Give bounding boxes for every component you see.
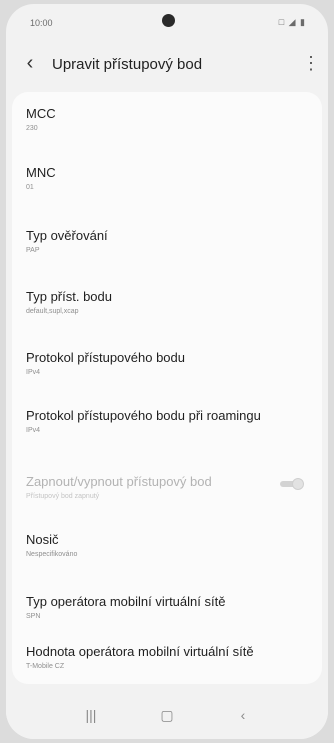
setting-label: Protokol přístupového bodu (26, 350, 185, 365)
page-title: Upravit přístupový bod (52, 56, 203, 73)
app-bar: ‹ Upravit přístupový bod ⋮ (6, 44, 328, 84)
home-icon[interactable]: ▢ (152, 705, 182, 725)
setting-item-bearer[interactable]: Nosič Nespecifikováno (26, 532, 316, 558)
setting-item-apn-enable: Zapnout/vypnout přístupový bod Přístupov… (26, 474, 316, 500)
setting-value: IPv4 (26, 369, 41, 376)
setting-item-apn-type[interactable]: Typ příst. bodu default,supl,xcap (26, 289, 316, 315)
setting-value: Nespecifikováno (26, 551, 78, 558)
status-icons: □ ◢ ▮ (278, 17, 306, 27)
status-bar: 10:00 □ ◢ ▮ (6, 4, 328, 32)
setting-value: default,supl,xcap (26, 308, 79, 315)
recent-apps-icon[interactable]: ||| (76, 705, 106, 725)
setting-label: Zapnout/vypnout přístupový bod (26, 474, 212, 489)
more-options-icon[interactable]: ⋮ (302, 52, 320, 76)
setting-item-mnc[interactable]: MNC 01 (26, 165, 316, 191)
setting-value: PAP (26, 247, 40, 254)
apn-enable-toggle (278, 478, 304, 490)
phone-screen: 10:00 □ ◢ ▮ ‹ Upravit přístupový bod ⋮ M… (6, 4, 328, 739)
setting-item-mvno-type[interactable]: Typ operátora mobilní virtuální sítě SPN (26, 594, 316, 620)
setting-label: Typ ověřování (26, 228, 108, 243)
setting-item-auth-type[interactable]: Typ ověřování PAP (26, 228, 316, 254)
setting-label: Nosič (26, 532, 59, 547)
setting-label: MCC (26, 106, 56, 121)
setting-label: Protokol přístupového bodu při roamingu (26, 408, 261, 423)
setting-value: 01 (26, 184, 34, 191)
back-arrow-icon[interactable]: ‹ (20, 53, 40, 74)
setting-label: MNC (26, 165, 56, 180)
status-time: 10:00 (30, 18, 53, 28)
setting-value: T-Mobile CZ (26, 663, 65, 670)
setting-label: Hodnota operátora mobilní virtuální sítě (26, 644, 254, 659)
setting-item-roaming-protocol[interactable]: Protokol přístupového bodu při roamingu … (26, 408, 316, 434)
camera-cutout (162, 14, 175, 27)
setting-value: SPN (26, 613, 41, 620)
toggle-knob (292, 478, 304, 490)
setting-value: Přístupový bod zapnutý (26, 493, 100, 500)
settings-card: MCC 230 MNC 01 Typ ověřování PAP Typ pří… (12, 92, 322, 684)
nav-back-icon[interactable]: ‹ (228, 705, 258, 725)
setting-value: 230 (26, 125, 38, 132)
setting-label: Typ operátora mobilní virtuální sítě (26, 594, 226, 609)
setting-value: IPv4 (26, 427, 41, 434)
setting-item-mcc[interactable]: MCC 230 (26, 106, 316, 132)
setting-label: Typ příst. bodu (26, 289, 112, 304)
navigation-bar: ||| ▢ ‹ (6, 691, 328, 739)
setting-item-apn-protocol[interactable]: Protokol přístupového bodu IPv4 (26, 350, 316, 376)
setting-item-mvno-value[interactable]: Hodnota operátora mobilní virtuální sítě… (26, 644, 316, 670)
